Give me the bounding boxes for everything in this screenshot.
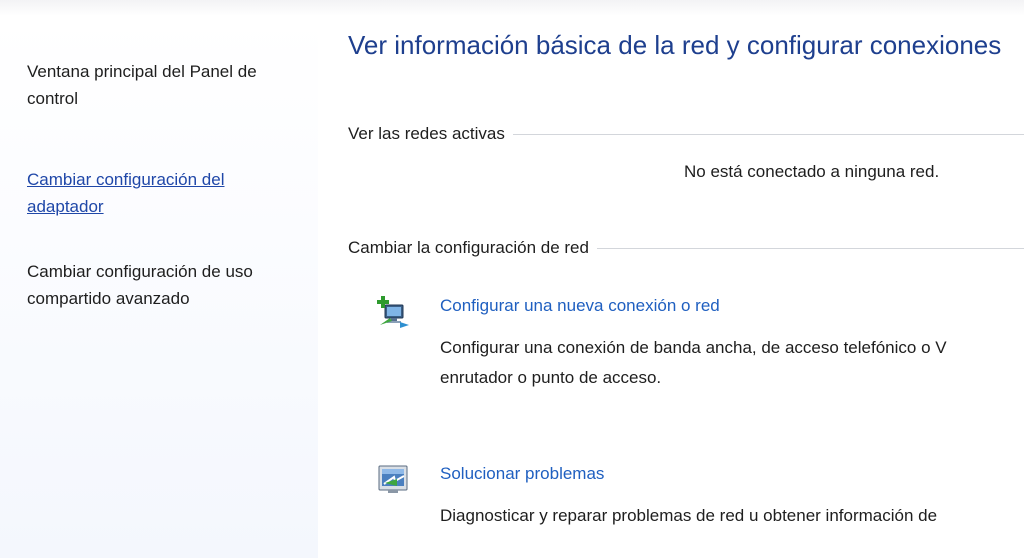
section-divider <box>512 133 1024 135</box>
sidebar-item-label-line2: adaptador <box>27 197 104 216</box>
sidebar-item-advanced-sharing-settings[interactable]: Cambiar configuración de uso compartido … <box>27 258 307 312</box>
sidebar-item-label-line1: Ventana principal del Panel de <box>27 62 257 81</box>
sidebar-item-label-line2: compartido avanzado <box>27 289 190 308</box>
setup-connection-description: Configurar una conexión de banda ancha, … <box>440 333 1024 393</box>
setup-connection-link[interactable]: Configurar una nueva conexión o red <box>440 296 720 316</box>
sidebar-item-label-line2: control <box>27 89 79 108</box>
section-header-label: Cambiar la configuración de red <box>348 238 589 257</box>
sidebar-item-change-adapter-settings[interactable]: Cambiar configuración del adaptador <box>27 166 307 220</box>
description-line1: Diagnosticar y reparar problemas de red … <box>440 506 938 525</box>
window-top-band <box>0 0 1024 16</box>
active-networks-section-header: Ver las redes activas <box>348 124 1024 144</box>
left-navigation-pane: Ventana principal del Panel de control C… <box>0 16 318 558</box>
sidebar-item-label-line1: Cambiar configuración de uso <box>27 262 253 281</box>
troubleshoot-icon[interactable] <box>376 462 412 498</box>
troubleshoot-link[interactable]: Solucionar problemas <box>440 464 604 484</box>
section-header-label: Ver las redes activas <box>348 124 505 143</box>
troubleshoot-description: Diagnosticar y reparar problemas de red … <box>440 501 1024 531</box>
main-content: Ver información básica de la red y confi… <box>318 16 1024 558</box>
change-network-settings-section-header: Cambiar la configuración de red <box>348 238 1024 258</box>
sidebar-item-control-panel-home[interactable]: Ventana principal del Panel de control <box>27 58 307 112</box>
network-setup-icon[interactable] <box>376 294 412 330</box>
description-line2: enrutador o punto de acceso. <box>440 368 662 387</box>
description-line1: Configurar una conexión de banda ancha, … <box>440 338 947 357</box>
sidebar-item-label-line1: Cambiar configuración del <box>27 170 225 189</box>
page-title: Ver información básica de la red y confi… <box>348 30 1002 60</box>
network-status-text: No está conectado a ninguna red. <box>684 162 940 181</box>
section-divider <box>596 247 1024 249</box>
